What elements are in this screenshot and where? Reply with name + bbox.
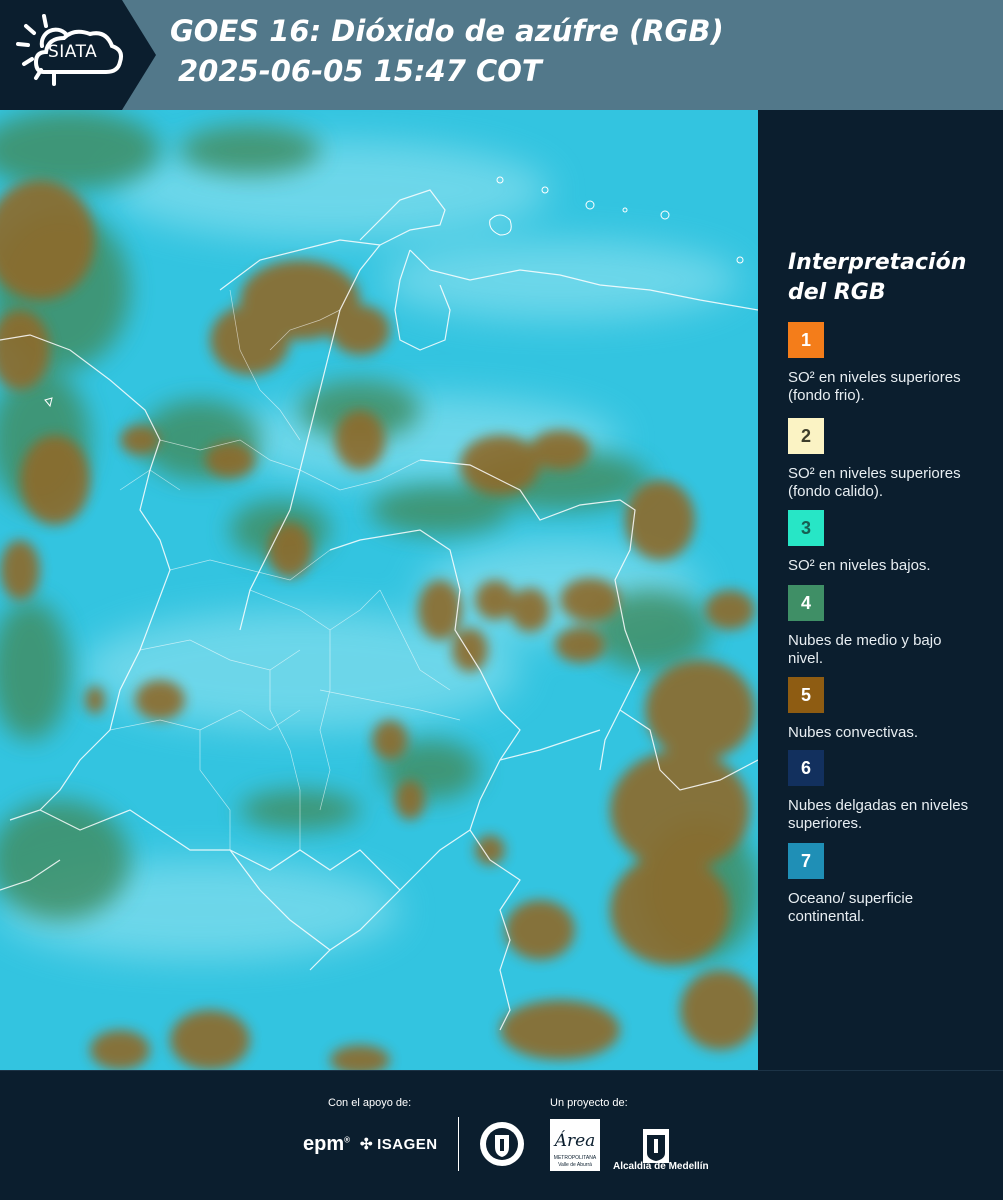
satellite-map[interactable] <box>0 110 758 1070</box>
legend-swatch-6: 6 <box>788 750 824 786</box>
legend-swatch-4: 4 <box>788 585 824 621</box>
legend-title-line2: del RGB <box>788 280 886 305</box>
isagen-mark-icon: ✣ <box>360 1136 374 1153</box>
alcaldia-text: Alcaldía de Medellín <box>613 1161 709 1172</box>
isagen-logo-text: ISAGEN <box>377 1136 438 1153</box>
legend-label-7: Oceano/ superficie continental. <box>788 890 914 925</box>
page-title: GOES 16: Dióxido de azúfre (RGB) <box>170 14 724 48</box>
legend-label-3: SO² en niveles bajos. <box>788 557 931 574</box>
project-caption: Un proyecto de: <box>550 1097 628 1109</box>
support-caption: Con el apoyo de: <box>328 1097 412 1109</box>
legend-swatch-1: 1 <box>788 322 824 358</box>
legend-label-1: SO² en niveles superiores (fondo frio). <box>788 369 961 404</box>
legend-label-2: SO² en niveles superiores (fondo calido)… <box>788 465 961 500</box>
header: SIATA GOES 16: Dióxido de azúfre (RGB) 2… <box>0 0 1003 110</box>
area-logo-sub1: METROPOLITANA <box>554 1155 597 1161</box>
legend-label-4: Nubes de medio y bajo nivel. <box>788 632 942 667</box>
isagen-logo: ✣ ISAGEN <box>360 1135 438 1153</box>
legend-label-6: Nubes delgadas en niveles superiores. <box>788 797 969 832</box>
epm-logo: epm® <box>303 1133 351 1155</box>
medellin-seal-icon <box>480 1122 524 1166</box>
satellite-image <box>0 110 758 1070</box>
legend-swatch-5: 5 <box>788 677 824 713</box>
legend-panel: Interpretación del RGB 1 SO² en niveles … <box>758 110 1003 1070</box>
legend-label-5: Nubes convectivas. <box>788 724 919 741</box>
legend-swatch-2: 2 <box>788 418 824 454</box>
page-timestamp: 2025-06-05 15:47 COT <box>178 54 542 88</box>
legend-swatch-3: 3 <box>788 510 824 546</box>
footer: Con el apoyo de: Un proyecto de: epm® ✣ I… <box>0 1070 1003 1200</box>
legend-title: Interpretación del RGB <box>788 248 988 308</box>
area-metropolitana-logo: Área METROPOLITANA Valle de Aburrá <box>550 1119 600 1171</box>
logo-text: SIATA <box>48 42 98 62</box>
epm-logo-text: epm <box>303 1133 345 1155</box>
area-logo-sub2: Valle de Aburrá <box>558 1162 592 1168</box>
legend-title-line1: Interpretación <box>788 250 967 275</box>
footer-divider <box>458 1117 459 1171</box>
area-logo-text: Área <box>553 1130 596 1151</box>
legend-swatch-7: 7 <box>788 843 824 879</box>
